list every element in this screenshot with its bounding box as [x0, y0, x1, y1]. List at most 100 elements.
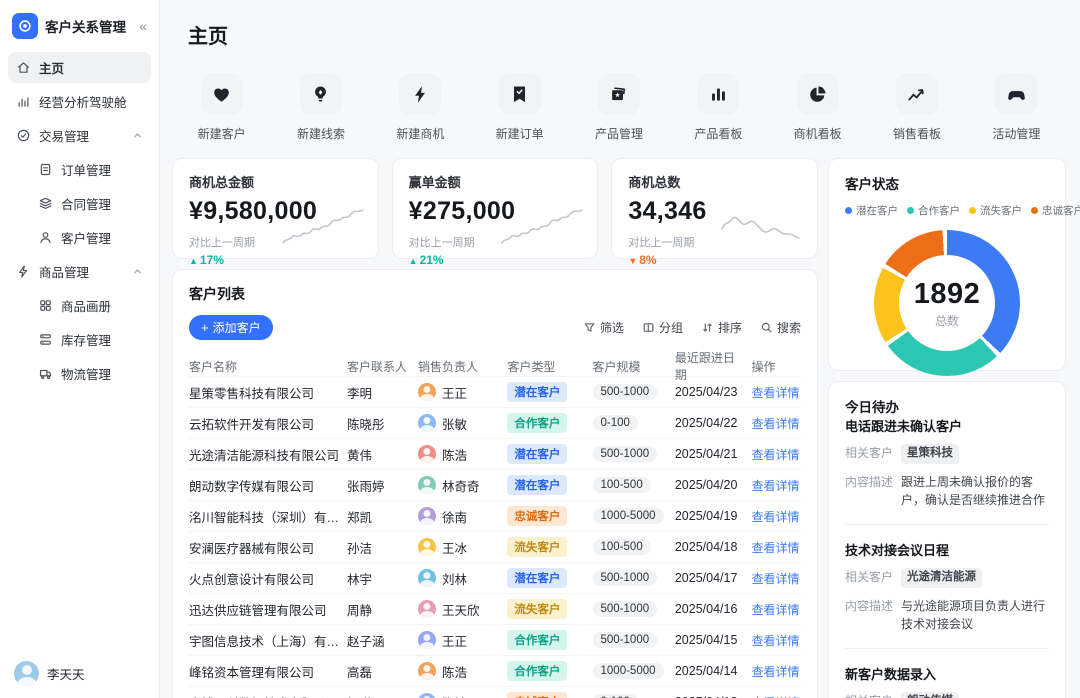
heart-icon	[201, 73, 243, 115]
follow-up-date: 2025/04/16	[675, 602, 746, 616]
view-details-link[interactable]: 查看详情	[752, 384, 801, 401]
customer-name: 洺川智能科技（深圳）有限公司	[189, 507, 341, 526]
customer-type-cell: 合作客户	[507, 661, 586, 681]
table-row: 赛博云科数据技术有限公司杨琳张敏忠诚客户0-1002025/04/13查看详情	[189, 686, 801, 698]
customer-type-badge: 潜在客户	[507, 475, 567, 495]
column-header: 客户联系人	[347, 358, 412, 375]
owner-avatar	[418, 507, 436, 525]
view-details-link[interactable]: 查看详情	[752, 663, 801, 680]
owner-avatar	[418, 476, 436, 494]
customer-status-donut-chart: 1892 总数	[874, 230, 1020, 376]
todo-customer-label: 相关客户	[845, 444, 893, 463]
customer-scale-pill: 1000-5000	[593, 663, 664, 679]
stat-title: 商机总金额	[189, 172, 362, 191]
customer-scale-cell: 0-100	[593, 415, 669, 431]
sparkline-chart	[720, 205, 804, 247]
sidebar-item-order[interactable]: 订单管理	[8, 154, 151, 185]
customer-contact: 李明	[347, 383, 412, 402]
sidebar-item-analytics[interactable]: 经营分析驾驶舱	[8, 86, 151, 117]
owner-avatar	[418, 631, 436, 649]
sidebar-item-product[interactable]: 商品管理	[8, 256, 151, 287]
table-body: 星策零售科技有限公司李明王正潜在客户500-10002025/04/23查看详情…	[189, 376, 801, 698]
chevron-up-icon[interactable]	[132, 130, 143, 141]
view-details-link[interactable]: 查看详情	[752, 415, 801, 432]
quick-action-new-order[interactable]: 新建订单	[496, 73, 544, 142]
sidebar-item-contract[interactable]: 合同管理	[8, 188, 151, 219]
tool-group[interactable]: 分组	[642, 319, 683, 336]
view-details-link[interactable]: 查看详情	[752, 570, 801, 587]
table-row: 宇图信息技术（上海）有限公司赵子涵王正合作客户500-10002025/04/1…	[189, 624, 801, 655]
sidebar-item-trade[interactable]: 交易管理	[8, 120, 151, 151]
right-column: 客户状态 潜在客户合作客户流失客户忠诚客户 1892 总数 今日待办 电话跟进未…	[828, 158, 1066, 698]
sidebar-item-catalog[interactable]: 商品画册	[8, 290, 151, 321]
view-details-link[interactable]: 查看详情	[752, 601, 801, 618]
sidebar-item-logistics[interactable]: 物流管理	[8, 358, 151, 389]
view-details-link[interactable]: 查看详情	[752, 508, 801, 525]
stat-title: 商机总数	[628, 172, 801, 191]
follow-up-date: 2025/04/18	[675, 540, 746, 554]
todo-card: 今日待办 电话跟进未确认客户相关客户星策科技内容描述跟进上周未确认报价的客户，确…	[828, 381, 1066, 698]
legend-label: 忠诚客户	[1042, 203, 1080, 218]
customer-name: 赛博云科数据技术有限公司	[189, 693, 341, 698]
quick-action-sales-board[interactable]: 销售看板	[893, 73, 941, 142]
todo-customer-label: 相关客户	[845, 692, 893, 698]
trend-down-icon: ▼	[628, 256, 637, 266]
add-customer-button[interactable]: + 添加客户	[189, 315, 273, 340]
legend-dot	[845, 207, 852, 214]
sidebar-item-label: 物流管理	[61, 364, 111, 383]
tool-label: 分组	[659, 319, 683, 336]
quick-action-label: 产品管理	[595, 125, 643, 142]
todo-customer-row: 相关客户星策科技	[845, 444, 1049, 464]
quick-action-new-lead[interactable]: 新建线索	[297, 73, 345, 142]
customer-contact: 林宇	[347, 569, 412, 588]
tool-sort[interactable]: 排序	[701, 319, 742, 336]
todo-desc-row: 内容描述与光途能源项目负责人进行技术对接会议	[845, 597, 1049, 634]
customer-name: 朗动数字传媒有限公司	[189, 476, 341, 495]
bar-chart-icon	[697, 73, 739, 115]
sparkline-chart	[281, 205, 365, 247]
customer-scale-cell: 0-100	[593, 694, 669, 698]
sales-owner: 张敏	[418, 693, 501, 698]
lightbulb-icon	[300, 73, 342, 115]
view-details-link[interactable]: 查看详情	[752, 694, 801, 698]
view-details-link[interactable]: 查看详情	[752, 632, 801, 649]
sales-owner: 林奇奇	[418, 476, 501, 495]
todo-item-title: 技术对接会议日程	[845, 540, 1049, 559]
customer-name: 安澜医疗器械有限公司	[189, 538, 341, 557]
quick-action-opportunity-board[interactable]: 商机看板	[794, 73, 842, 142]
chevron-up-icon[interactable]	[132, 266, 143, 277]
customer-icon	[38, 230, 53, 245]
quick-action-activity-mgmt[interactable]: 活动管理	[992, 73, 1040, 142]
sidebar-user[interactable]: 李天天	[0, 649, 159, 698]
sidebar-item-label: 交易管理	[39, 126, 89, 145]
todo-customer-badge: 星策科技	[901, 444, 959, 464]
sidebar-item-customer[interactable]: 客户管理	[8, 222, 151, 253]
stat-card-2: 商机总数34,346对比上一周期▼8%	[611, 158, 818, 259]
view-details-link[interactable]: 查看详情	[752, 477, 801, 494]
app-window: 客户关系管理 « 主页经营分析驾驶舱交易管理订单管理合同管理客户管理商品管理商品…	[0, 0, 1080, 698]
owner-name: 王正	[442, 383, 467, 402]
quick-action-new-opportunity[interactable]: 新建商机	[396, 73, 444, 142]
view-details-link[interactable]: 查看详情	[752, 446, 801, 463]
sidebar-collapse-button[interactable]: «	[139, 18, 149, 34]
search-icon	[760, 321, 773, 334]
legend-item: 流失客户	[969, 203, 1022, 218]
view-details-link[interactable]: 查看详情	[752, 539, 801, 556]
quick-action-new-customer[interactable]: 新建客户	[198, 73, 246, 142]
tool-search[interactable]: 搜索	[760, 319, 801, 336]
sales-owner: 张敏	[418, 414, 501, 433]
customer-scale-cell: 1000-5000	[593, 508, 669, 524]
sidebar-item-home[interactable]: 主页	[8, 52, 151, 83]
customer-scale-pill: 500-1000	[593, 570, 658, 586]
tool-filter[interactable]: 筛选	[583, 319, 624, 336]
customer-type-badge: 流失客户	[507, 599, 567, 619]
sidebar-item-inventory[interactable]: 库存管理	[8, 324, 151, 355]
sales-owner: 王冰	[418, 538, 501, 557]
quick-action-product-board[interactable]: 产品看板	[694, 73, 742, 142]
trend-up-icon: ▲	[189, 256, 198, 266]
todo-item-title: 新客户数据录入	[845, 664, 1049, 683]
customer-scale-cell: 500-1000	[593, 601, 669, 617]
quick-action-product-mgmt[interactable]: 产品管理	[595, 73, 643, 142]
customer-name: 火点创意设计有限公司	[189, 569, 341, 588]
left-column: 商机总金额¥9,580,000对比上一周期▲17%赢单金额¥275,000对比上…	[172, 158, 818, 698]
